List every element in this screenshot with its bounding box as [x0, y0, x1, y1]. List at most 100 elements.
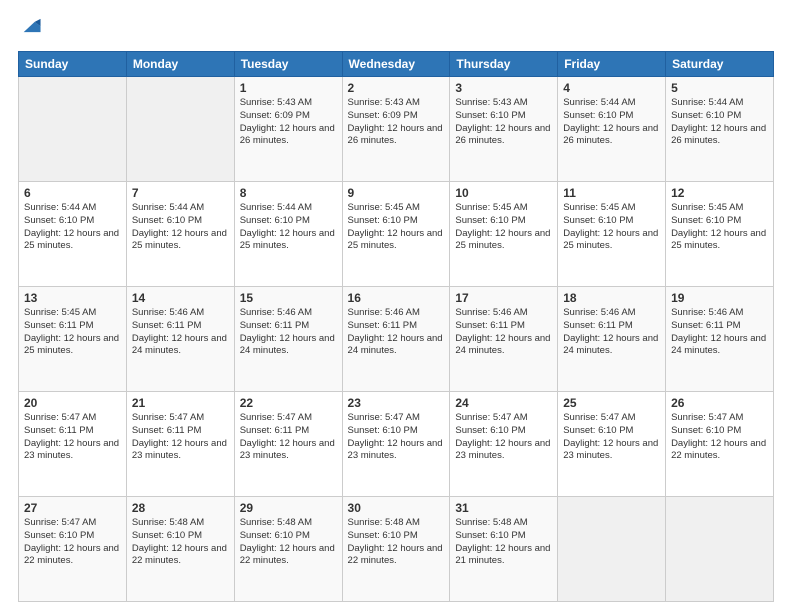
day-info: Sunrise: 5:47 AM Sunset: 6:11 PM Dayligh…: [240, 412, 337, 463]
calendar-cell: 7 Sunrise: 5:44 AM Sunset: 6:10 PM Daylig…: [126, 182, 234, 287]
day-info: Sunrise: 5:46 AM Sunset: 6:11 PM Dayligh…: [348, 307, 445, 358]
day-number: 30: [348, 501, 445, 515]
day-info: Sunrise: 5:47 AM Sunset: 6:10 PM Dayligh…: [455, 412, 552, 463]
day-number: 17: [455, 291, 552, 305]
day-info: Sunrise: 5:47 AM Sunset: 6:10 PM Dayligh…: [24, 517, 121, 568]
logo-icon: [20, 16, 42, 38]
day-number: 2: [348, 81, 445, 95]
calendar-cell: 25 Sunrise: 5:47 AM Sunset: 6:10 PM Dayli…: [558, 392, 666, 497]
weekday-header-friday: Friday: [558, 52, 666, 77]
day-number: 27: [24, 501, 121, 515]
day-number: 12: [671, 186, 768, 200]
day-number: 7: [132, 186, 229, 200]
day-info: Sunrise: 5:45 AM Sunset: 6:10 PM Dayligh…: [563, 202, 660, 253]
day-number: 8: [240, 186, 337, 200]
day-number: 5: [671, 81, 768, 95]
weekday-header-monday: Monday: [126, 52, 234, 77]
weekday-header-saturday: Saturday: [666, 52, 774, 77]
day-info: Sunrise: 5:47 AM Sunset: 6:11 PM Dayligh…: [24, 412, 121, 463]
day-info: Sunrise: 5:48 AM Sunset: 6:10 PM Dayligh…: [240, 517, 337, 568]
day-info: Sunrise: 5:45 AM Sunset: 6:11 PM Dayligh…: [24, 307, 121, 358]
calendar-week-row: 27 Sunrise: 5:47 AM Sunset: 6:10 PM Dayli…: [19, 497, 774, 602]
calendar-cell: 8 Sunrise: 5:44 AM Sunset: 6:10 PM Daylig…: [234, 182, 342, 287]
calendar-cell: 22 Sunrise: 5:47 AM Sunset: 6:11 PM Dayli…: [234, 392, 342, 497]
calendar-cell: [666, 497, 774, 602]
weekday-header-tuesday: Tuesday: [234, 52, 342, 77]
day-number: 26: [671, 396, 768, 410]
calendar-cell: 17 Sunrise: 5:46 AM Sunset: 6:11 PM Dayli…: [450, 287, 558, 392]
day-info: Sunrise: 5:44 AM Sunset: 6:10 PM Dayligh…: [132, 202, 229, 253]
day-number: 6: [24, 186, 121, 200]
day-info: Sunrise: 5:44 AM Sunset: 6:10 PM Dayligh…: [240, 202, 337, 253]
calendar-cell: 4 Sunrise: 5:44 AM Sunset: 6:10 PM Daylig…: [558, 77, 666, 182]
calendar-cell: 1 Sunrise: 5:43 AM Sunset: 6:09 PM Daylig…: [234, 77, 342, 182]
day-info: Sunrise: 5:44 AM Sunset: 6:10 PM Dayligh…: [563, 97, 660, 148]
day-info: Sunrise: 5:47 AM Sunset: 6:10 PM Dayligh…: [671, 412, 768, 463]
page-header: [18, 18, 774, 41]
weekday-header-wednesday: Wednesday: [342, 52, 450, 77]
calendar-week-row: 13Sunrise: 5:45 AM Sunset: 6:11 PM Dayli…: [19, 287, 774, 392]
day-number: 28: [132, 501, 229, 515]
day-info: Sunrise: 5:43 AM Sunset: 6:10 PM Dayligh…: [455, 97, 552, 148]
day-number: 21: [132, 396, 229, 410]
day-number: 16: [348, 291, 445, 305]
calendar-cell: 15Sunrise: 5:46 AM Sunset: 6:11 PM Dayli…: [234, 287, 342, 392]
calendar-week-row: 6 Sunrise: 5:44 AM Sunset: 6:10 PM Daylig…: [19, 182, 774, 287]
day-number: 14: [132, 291, 229, 305]
calendar-cell: 26 Sunrise: 5:47 AM Sunset: 6:10 PM Dayli…: [666, 392, 774, 497]
day-info: Sunrise: 5:46 AM Sunset: 6:11 PM Dayligh…: [455, 307, 552, 358]
day-number: 11: [563, 186, 660, 200]
logo: [18, 18, 42, 41]
calendar-cell: 29Sunrise: 5:48 AM Sunset: 6:10 PM Dayli…: [234, 497, 342, 602]
day-info: Sunrise: 5:46 AM Sunset: 6:11 PM Dayligh…: [671, 307, 768, 358]
calendar-cell: 13Sunrise: 5:45 AM Sunset: 6:11 PM Dayli…: [19, 287, 127, 392]
calendar-week-row: 20 Sunrise: 5:47 AM Sunset: 6:11 PM Dayli…: [19, 392, 774, 497]
day-info: Sunrise: 5:43 AM Sunset: 6:09 PM Dayligh…: [348, 97, 445, 148]
calendar-cell: 10 Sunrise: 5:45 AM Sunset: 6:10 PM Dayli…: [450, 182, 558, 287]
day-number: 3: [455, 81, 552, 95]
calendar-cell: 24Sunrise: 5:47 AM Sunset: 6:10 PM Dayli…: [450, 392, 558, 497]
day-info: Sunrise: 5:43 AM Sunset: 6:09 PM Dayligh…: [240, 97, 337, 148]
calendar-cell: 9Sunrise: 5:45 AM Sunset: 6:10 PM Daylig…: [342, 182, 450, 287]
day-info: Sunrise: 5:46 AM Sunset: 6:11 PM Dayligh…: [563, 307, 660, 358]
day-info: Sunrise: 5:47 AM Sunset: 6:10 PM Dayligh…: [348, 412, 445, 463]
day-info: Sunrise: 5:45 AM Sunset: 6:10 PM Dayligh…: [348, 202, 445, 253]
day-number: 20: [24, 396, 121, 410]
calendar-cell: [558, 497, 666, 602]
day-info: Sunrise: 5:47 AM Sunset: 6:11 PM Dayligh…: [132, 412, 229, 463]
day-info: Sunrise: 5:48 AM Sunset: 6:10 PM Dayligh…: [348, 517, 445, 568]
day-number: 19: [671, 291, 768, 305]
weekday-header-thursday: Thursday: [450, 52, 558, 77]
calendar-cell: 21 Sunrise: 5:47 AM Sunset: 6:11 PM Dayli…: [126, 392, 234, 497]
calendar-cell: 3 Sunrise: 5:43 AM Sunset: 6:10 PM Daylig…: [450, 77, 558, 182]
calendar-cell: 12Sunrise: 5:45 AM Sunset: 6:10 PM Dayli…: [666, 182, 774, 287]
day-info: Sunrise: 5:45 AM Sunset: 6:10 PM Dayligh…: [455, 202, 552, 253]
calendar-cell: 27 Sunrise: 5:47 AM Sunset: 6:10 PM Dayli…: [19, 497, 127, 602]
calendar-cell: 20 Sunrise: 5:47 AM Sunset: 6:11 PM Dayli…: [19, 392, 127, 497]
calendar-table: SundayMondayTuesdayWednesdayThursdayFrid…: [18, 51, 774, 602]
calendar-week-row: 1 Sunrise: 5:43 AM Sunset: 6:09 PM Daylig…: [19, 77, 774, 182]
calendar-cell: 16 Sunrise: 5:46 AM Sunset: 6:11 PM Dayli…: [342, 287, 450, 392]
calendar-cell: 11 Sunrise: 5:45 AM Sunset: 6:10 PM Dayli…: [558, 182, 666, 287]
day-number: 4: [563, 81, 660, 95]
day-info: Sunrise: 5:48 AM Sunset: 6:10 PM Dayligh…: [132, 517, 229, 568]
calendar-cell: 5Sunrise: 5:44 AM Sunset: 6:10 PM Daylig…: [666, 77, 774, 182]
calendar-cell: 2 Sunrise: 5:43 AM Sunset: 6:09 PM Daylig…: [342, 77, 450, 182]
calendar-cell: 30 Sunrise: 5:48 AM Sunset: 6:10 PM Dayli…: [342, 497, 450, 602]
day-number: 1: [240, 81, 337, 95]
day-number: 31: [455, 501, 552, 515]
day-number: 25: [563, 396, 660, 410]
calendar-cell: 31Sunrise: 5:48 AM Sunset: 6:10 PM Dayli…: [450, 497, 558, 602]
day-number: 18: [563, 291, 660, 305]
weekday-header-sunday: Sunday: [19, 52, 127, 77]
day-number: 10: [455, 186, 552, 200]
calendar-cell: 6 Sunrise: 5:44 AM Sunset: 6:10 PM Daylig…: [19, 182, 127, 287]
calendar-cell: 19 Sunrise: 5:46 AM Sunset: 6:11 PM Dayli…: [666, 287, 774, 392]
day-info: Sunrise: 5:44 AM Sunset: 6:10 PM Dayligh…: [24, 202, 121, 253]
day-info: Sunrise: 5:46 AM Sunset: 6:11 PM Dayligh…: [132, 307, 229, 358]
weekday-header-row: SundayMondayTuesdayWednesdayThursdayFrid…: [19, 52, 774, 77]
day-number: 22: [240, 396, 337, 410]
calendar-cell: 23Sunrise: 5:47 AM Sunset: 6:10 PM Dayli…: [342, 392, 450, 497]
day-info: Sunrise: 5:47 AM Sunset: 6:10 PM Dayligh…: [563, 412, 660, 463]
calendar-cell: 28 Sunrise: 5:48 AM Sunset: 6:10 PM Dayli…: [126, 497, 234, 602]
